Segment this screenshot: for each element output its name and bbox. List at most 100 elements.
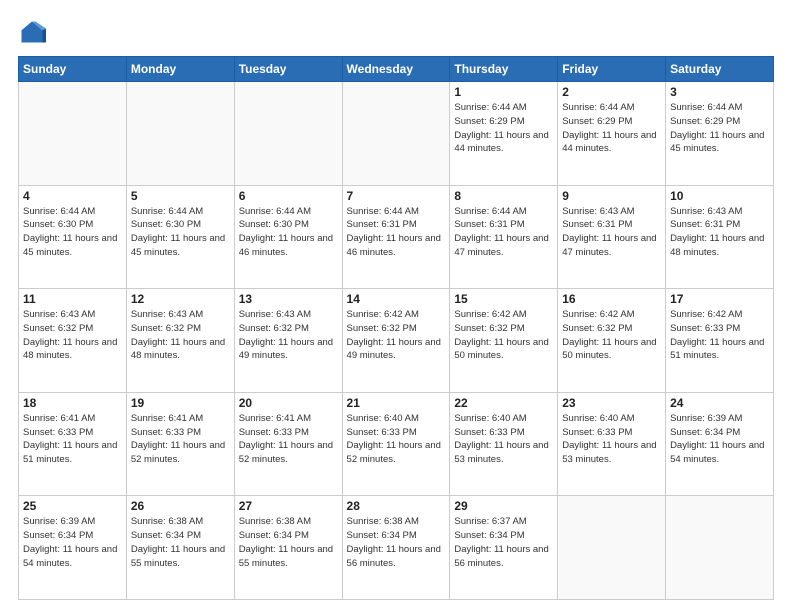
day-number: 23 [562,396,661,410]
calendar-cell [342,82,450,186]
calendar-cell: 23 Sunrise: 6:40 AMSunset: 6:33 PMDayligh… [558,392,666,496]
day-number: 1 [454,85,553,99]
day-info: Sunrise: 6:41 AMSunset: 6:33 PMDaylight:… [23,412,122,467]
calendar-cell: 7Sunrise: 6:44 AMSunset: 6:31 PMDaylight… [342,185,450,289]
day-number: 26 [131,499,230,513]
day-number: 25 [23,499,122,513]
day-info: Sunrise: 6:44 AMSunset: 6:29 PMDaylight:… [454,101,553,156]
day-number: 2 [562,85,661,99]
calendar-cell: 14 Sunrise: 6:42 AMSunset: 6:32 PMDayligh… [342,289,450,393]
day-number: 11 [23,292,122,306]
weekday-header-sunday: Sunday [19,57,127,82]
calendar-cell: 27 Sunrise: 6:38 AMSunset: 6:34 PMDayligh… [234,496,342,600]
day-number: 6 [239,189,338,203]
calendar-cell: 15Sunrise: 6:42 AMSunset: 6:32 PMDayligh… [450,289,558,393]
day-number: 10 [670,189,769,203]
weekday-header-saturday: Saturday [666,57,774,82]
day-info: Sunrise: 6:44 AMSunset: 6:29 PMDaylight:… [670,101,769,156]
calendar-cell [126,82,234,186]
calendar-cell: 17 Sunrise: 6:42 AMSunset: 6:33 PMDayligh… [666,289,774,393]
day-number: 5 [131,189,230,203]
calendar-cell: 12 Sunrise: 6:43 AMSunset: 6:32 PMDayligh… [126,289,234,393]
week-row-4: 18 Sunrise: 6:41 AMSunset: 6:33 PMDayligh… [19,392,774,496]
week-row-1: 1 Sunrise: 6:44 AMSunset: 6:29 PMDaylight… [19,82,774,186]
day-number: 28 [347,499,446,513]
day-info: Sunrise: 6:43 AMSunset: 6:32 PMDaylight:… [239,308,338,363]
calendar-cell: 4 Sunrise: 6:44 AMSunset: 6:30 PMDaylight… [19,185,127,289]
day-number: 18 [23,396,122,410]
calendar-cell: 26 Sunrise: 6:38 AMSunset: 6:34 PMDayligh… [126,496,234,600]
day-info: Sunrise: 6:38 AMSunset: 6:34 PMDaylight:… [347,515,446,570]
day-info: Sunrise: 6:43 AMSunset: 6:32 PMDaylight:… [23,308,122,363]
day-info: Sunrise: 6:44 AMSunset: 6:30 PMDaylight:… [131,205,230,260]
weekday-header-friday: Friday [558,57,666,82]
day-number: 27 [239,499,338,513]
weekday-header-thursday: Thursday [450,57,558,82]
day-info: Sunrise: 6:39 AMSunset: 6:34 PMDaylight:… [23,515,122,570]
day-number: 22 [454,396,553,410]
header [18,18,774,46]
calendar-cell: 19 Sunrise: 6:41 AMSunset: 6:33 PMDayligh… [126,392,234,496]
day-info: Sunrise: 6:44 AMSunset: 6:31 PMDaylight:… [454,205,553,260]
calendar-cell: 3 Sunrise: 6:44 AMSunset: 6:29 PMDaylight… [666,82,774,186]
day-info: Sunrise: 6:40 AMSunset: 6:33 PMDaylight:… [454,412,553,467]
day-number: 29 [454,499,553,513]
weekday-header-tuesday: Tuesday [234,57,342,82]
day-number: 21 [347,396,446,410]
calendar-cell [234,82,342,186]
day-info: Sunrise: 6:43 AMSunset: 6:31 PMDaylight:… [562,205,661,260]
calendar-table: SundayMondayTuesdayWednesdayThursdayFrid… [18,56,774,600]
day-info: Sunrise: 6:38 AMSunset: 6:34 PMDaylight:… [239,515,338,570]
day-number: 14 [347,292,446,306]
day-info: Sunrise: 6:44 AMSunset: 6:29 PMDaylight:… [562,101,661,156]
day-info: Sunrise: 6:42 AMSunset: 6:32 PMDaylight:… [454,308,553,363]
weekday-header-wednesday: Wednesday [342,57,450,82]
calendar-cell [666,496,774,600]
day-info: Sunrise: 6:38 AMSunset: 6:34 PMDaylight:… [131,515,230,570]
day-number: 19 [131,396,230,410]
day-info: Sunrise: 6:41 AMSunset: 6:33 PMDaylight:… [131,412,230,467]
day-number: 3 [670,85,769,99]
day-number: 17 [670,292,769,306]
calendar-cell [558,496,666,600]
day-number: 24 [670,396,769,410]
calendar-cell: 9 Sunrise: 6:43 AMSunset: 6:31 PMDaylight… [558,185,666,289]
calendar-cell: 2 Sunrise: 6:44 AMSunset: 6:29 PMDaylight… [558,82,666,186]
calendar-cell: 16Sunrise: 6:42 AMSunset: 6:32 PMDayligh… [558,289,666,393]
calendar-cell: 29 Sunrise: 6:37 AMSunset: 6:34 PMDayligh… [450,496,558,600]
day-info: Sunrise: 6:44 AMSunset: 6:30 PMDaylight:… [23,205,122,260]
calendar-cell: 13Sunrise: 6:43 AMSunset: 6:32 PMDayligh… [234,289,342,393]
day-info: Sunrise: 6:42 AMSunset: 6:32 PMDaylight:… [347,308,446,363]
calendar-cell: 5 Sunrise: 6:44 AMSunset: 6:30 PMDaylight… [126,185,234,289]
day-number: 7 [347,189,446,203]
week-row-3: 11 Sunrise: 6:43 AMSunset: 6:32 PMDayligh… [19,289,774,393]
calendar-cell: 18 Sunrise: 6:41 AMSunset: 6:33 PMDayligh… [19,392,127,496]
calendar-cell: 6 Sunrise: 6:44 AMSunset: 6:30 PMDaylight… [234,185,342,289]
day-info: Sunrise: 6:40 AMSunset: 6:33 PMDaylight:… [347,412,446,467]
day-info: Sunrise: 6:42 AMSunset: 6:33 PMDaylight:… [670,308,769,363]
day-info: Sunrise: 6:41 AMSunset: 6:33 PMDaylight:… [239,412,338,467]
weekday-header-row: SundayMondayTuesdayWednesdayThursdayFrid… [19,57,774,82]
calendar-cell: 22 Sunrise: 6:40 AMSunset: 6:33 PMDayligh… [450,392,558,496]
weekday-header-monday: Monday [126,57,234,82]
logo-icon [18,18,46,46]
calendar-cell: 11 Sunrise: 6:43 AMSunset: 6:32 PMDayligh… [19,289,127,393]
day-info: Sunrise: 6:43 AMSunset: 6:32 PMDaylight:… [131,308,230,363]
calendar-cell [19,82,127,186]
day-info: Sunrise: 6:40 AMSunset: 6:33 PMDaylight:… [562,412,661,467]
day-number: 20 [239,396,338,410]
calendar-cell: 21 Sunrise: 6:40 AMSunset: 6:33 PMDayligh… [342,392,450,496]
day-number: 12 [131,292,230,306]
day-info: Sunrise: 6:39 AMSunset: 6:34 PMDaylight:… [670,412,769,467]
day-number: 9 [562,189,661,203]
day-info: Sunrise: 6:42 AMSunset: 6:32 PMDaylight:… [562,308,661,363]
calendar-cell: 20 Sunrise: 6:41 AMSunset: 6:33 PMDayligh… [234,392,342,496]
day-number: 4 [23,189,122,203]
calendar-cell: 24 Sunrise: 6:39 AMSunset: 6:34 PMDayligh… [666,392,774,496]
day-info: Sunrise: 6:37 AMSunset: 6:34 PMDaylight:… [454,515,553,570]
page: SundayMondayTuesdayWednesdayThursdayFrid… [0,0,792,612]
calendar-cell: 25 Sunrise: 6:39 AMSunset: 6:34 PMDayligh… [19,496,127,600]
calendar-cell: 8Sunrise: 6:44 AMSunset: 6:31 PMDaylight… [450,185,558,289]
day-info: Sunrise: 6:44 AMSunset: 6:30 PMDaylight:… [239,205,338,260]
calendar-cell: 1 Sunrise: 6:44 AMSunset: 6:29 PMDaylight… [450,82,558,186]
